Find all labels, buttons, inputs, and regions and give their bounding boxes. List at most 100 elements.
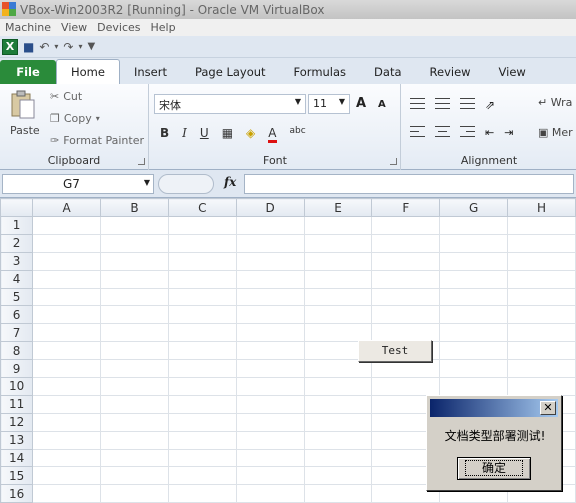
cell[interactable] xyxy=(303,251,373,271)
save-icon[interactable]: ■ xyxy=(23,40,34,54)
paste-icon[interactable] xyxy=(9,90,37,120)
increase-indent-icon[interactable]: ⇥ xyxy=(504,126,513,139)
cell[interactable] xyxy=(235,323,305,343)
tab-insert[interactable]: Insert xyxy=(120,60,181,84)
cell[interactable] xyxy=(100,269,169,289)
cell[interactable] xyxy=(32,251,102,271)
cell[interactable] xyxy=(303,448,373,468)
cell[interactable] xyxy=(100,377,169,396)
cell[interactable] xyxy=(32,216,102,235)
cell[interactable] xyxy=(371,287,441,307)
row-header[interactable]: 5 xyxy=(0,287,34,307)
row-header[interactable]: 1 xyxy=(0,216,34,235)
align-bottom-icon[interactable] xyxy=(460,98,475,109)
cell[interactable] xyxy=(167,466,237,486)
cell[interactable] xyxy=(235,394,305,414)
cell[interactable] xyxy=(303,412,373,432)
cell[interactable] xyxy=(235,269,305,289)
row-header[interactable]: 13 xyxy=(0,430,34,450)
cell[interactable] xyxy=(167,305,237,325)
row-header[interactable]: 10 xyxy=(0,377,34,396)
cell[interactable] xyxy=(371,233,441,253)
cell[interactable] xyxy=(235,233,305,253)
cell[interactable] xyxy=(507,323,576,343)
undo-dropdown-icon[interactable]: ▾ xyxy=(54,42,58,51)
merge-center-button[interactable]: ▣ Mer xyxy=(538,126,573,139)
font-name-select[interactable]: 宋体 ▼ xyxy=(154,94,306,114)
align-middle-icon[interactable] xyxy=(435,98,450,109)
cell[interactable] xyxy=(100,341,169,361)
column-header[interactable]: G xyxy=(439,198,509,217)
cell[interactable] xyxy=(100,430,169,450)
format-painter-button[interactable]: ✑ Format Painter xyxy=(50,134,144,147)
excel-icon[interactable]: X xyxy=(2,38,18,55)
select-all-corner[interactable] xyxy=(0,198,34,217)
name-box-dropdown-icon[interactable]: ▼ xyxy=(144,178,150,187)
cell[interactable] xyxy=(100,233,169,253)
underline-button[interactable]: U xyxy=(200,126,209,143)
column-header[interactable]: F xyxy=(371,198,441,217)
menu-machine[interactable]: Machine xyxy=(0,21,56,34)
customize-qat-icon[interactable]: ▼ xyxy=(88,41,96,52)
cell[interactable] xyxy=(303,269,373,289)
cell[interactable] xyxy=(235,484,305,503)
cell[interactable] xyxy=(439,251,509,271)
column-header[interactable]: B xyxy=(100,198,169,217)
tab-data[interactable]: Data xyxy=(360,60,415,84)
undo-icon[interactable]: ↶ xyxy=(39,40,49,54)
column-header[interactable]: A xyxy=(32,198,102,217)
cell[interactable] xyxy=(235,412,305,432)
cell[interactable] xyxy=(439,233,509,253)
cell[interactable] xyxy=(371,269,441,289)
cell[interactable] xyxy=(303,233,373,253)
shrink-font-icon[interactable]: A xyxy=(378,99,386,110)
cell[interactable] xyxy=(32,287,102,307)
cell[interactable] xyxy=(303,377,373,396)
clipboard-launcher-icon[interactable] xyxy=(138,158,145,165)
cell[interactable] xyxy=(371,216,441,235)
align-top-icon[interactable] xyxy=(410,98,425,109)
cell[interactable] xyxy=(507,269,576,289)
cell[interactable] xyxy=(167,430,237,450)
row-header[interactable]: 3 xyxy=(0,251,34,271)
cell[interactable] xyxy=(32,412,102,432)
cell[interactable] xyxy=(235,466,305,486)
italic-button[interactable]: I xyxy=(182,126,187,143)
paste-button[interactable]: Paste xyxy=(10,124,40,137)
cell[interactable] xyxy=(100,484,169,503)
cell[interactable] xyxy=(235,305,305,325)
cell[interactable] xyxy=(167,269,237,289)
close-icon[interactable]: ✕ xyxy=(540,401,556,415)
column-header[interactable]: C xyxy=(167,198,237,217)
cell[interactable] xyxy=(439,377,509,396)
cell[interactable] xyxy=(32,394,102,414)
column-header[interactable]: E xyxy=(303,198,373,217)
cell[interactable] xyxy=(235,251,305,271)
tab-formulas[interactable]: Formulas xyxy=(280,60,361,84)
grow-font-icon[interactable]: A xyxy=(356,96,366,111)
cell[interactable] xyxy=(235,359,305,379)
cut-button[interactable]: ✂ Cut xyxy=(50,90,82,103)
align-right-icon[interactable] xyxy=(460,126,475,137)
cell[interactable] xyxy=(303,359,373,379)
cell[interactable] xyxy=(100,287,169,307)
cell[interactable] xyxy=(235,216,305,235)
cell[interactable] xyxy=(100,323,169,343)
row-header[interactable]: 4 xyxy=(0,269,34,289)
cell[interactable] xyxy=(167,251,237,271)
tab-view[interactable]: View xyxy=(485,60,540,84)
formula-input[interactable] xyxy=(244,174,574,194)
cell[interactable] xyxy=(439,359,509,379)
cell[interactable] xyxy=(439,341,509,361)
tab-home[interactable]: Home xyxy=(56,59,120,84)
cell[interactable] xyxy=(167,216,237,235)
cell[interactable] xyxy=(507,377,576,396)
cell[interactable] xyxy=(32,484,102,503)
insert-function-icon[interactable]: fx xyxy=(224,175,236,189)
align-center-icon[interactable] xyxy=(435,126,450,137)
row-header[interactable]: 15 xyxy=(0,466,34,486)
row-header[interactable]: 12 xyxy=(0,412,34,432)
cell[interactable] xyxy=(167,233,237,253)
cell[interactable] xyxy=(167,287,237,307)
row-header[interactable]: 6 xyxy=(0,305,34,325)
